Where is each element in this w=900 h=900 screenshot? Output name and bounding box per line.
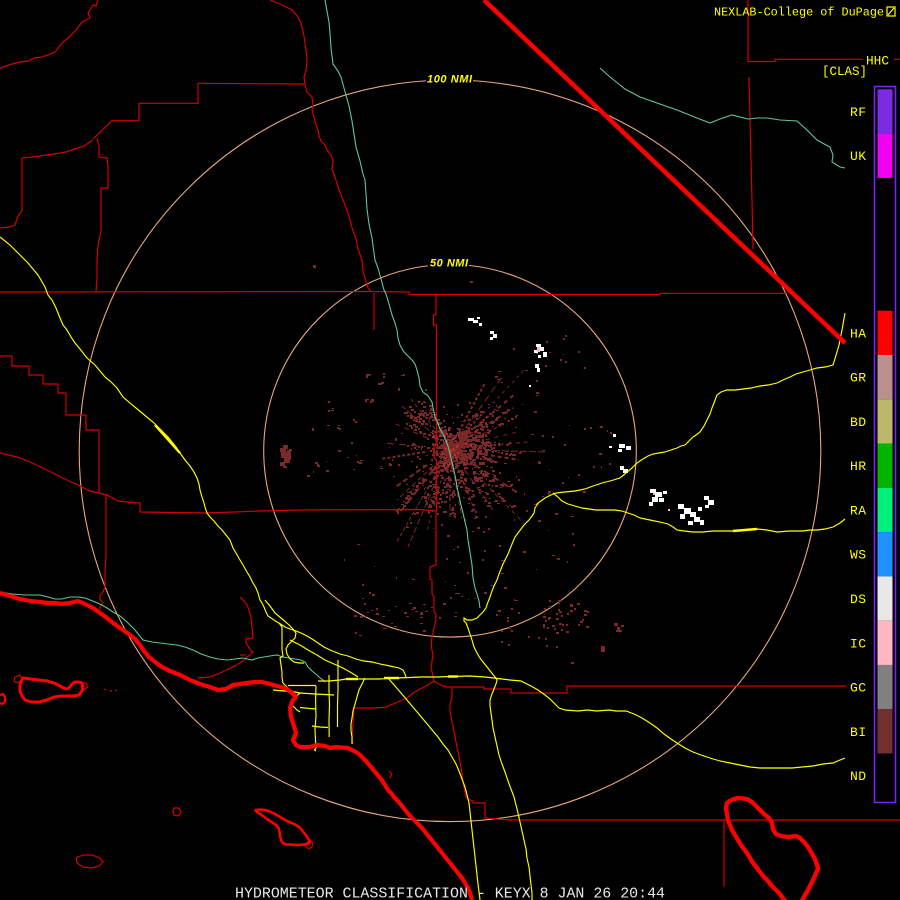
svg-text:HYDROMETEOR CLASSIFICATION - K: HYDROMETEOR CLASSIFICATION - KEYX 8 JAN … (235, 887, 665, 900)
svg-text:UK: UK (850, 149, 866, 164)
svg-text:HR: HR (850, 459, 866, 474)
svg-text:WS: WS (850, 548, 866, 563)
svg-text:100 NMI: 100 NMI (427, 74, 473, 86)
svg-text:HHC: HHC (866, 54, 889, 69)
svg-text:RF: RF (850, 105, 866, 120)
svg-text:RA: RA (850, 504, 866, 519)
svg-text:IC: IC (850, 636, 866, 651)
svg-text:BI: BI (850, 725, 866, 740)
svg-text:BD: BD (850, 415, 866, 430)
svg-text:HA: HA (850, 326, 866, 341)
svg-text:DS: DS (850, 592, 866, 607)
svg-text:[CLAS]: [CLAS] (822, 64, 867, 79)
svg-text:NEXLAB-College of DuPage: NEXLAB-College of DuPage (714, 6, 884, 20)
svg-text:50 NMI: 50 NMI (430, 258, 469, 270)
svg-text:ND: ND (850, 769, 866, 784)
svg-text:GC: GC (850, 681, 866, 696)
svg-text:GR: GR (850, 371, 866, 386)
